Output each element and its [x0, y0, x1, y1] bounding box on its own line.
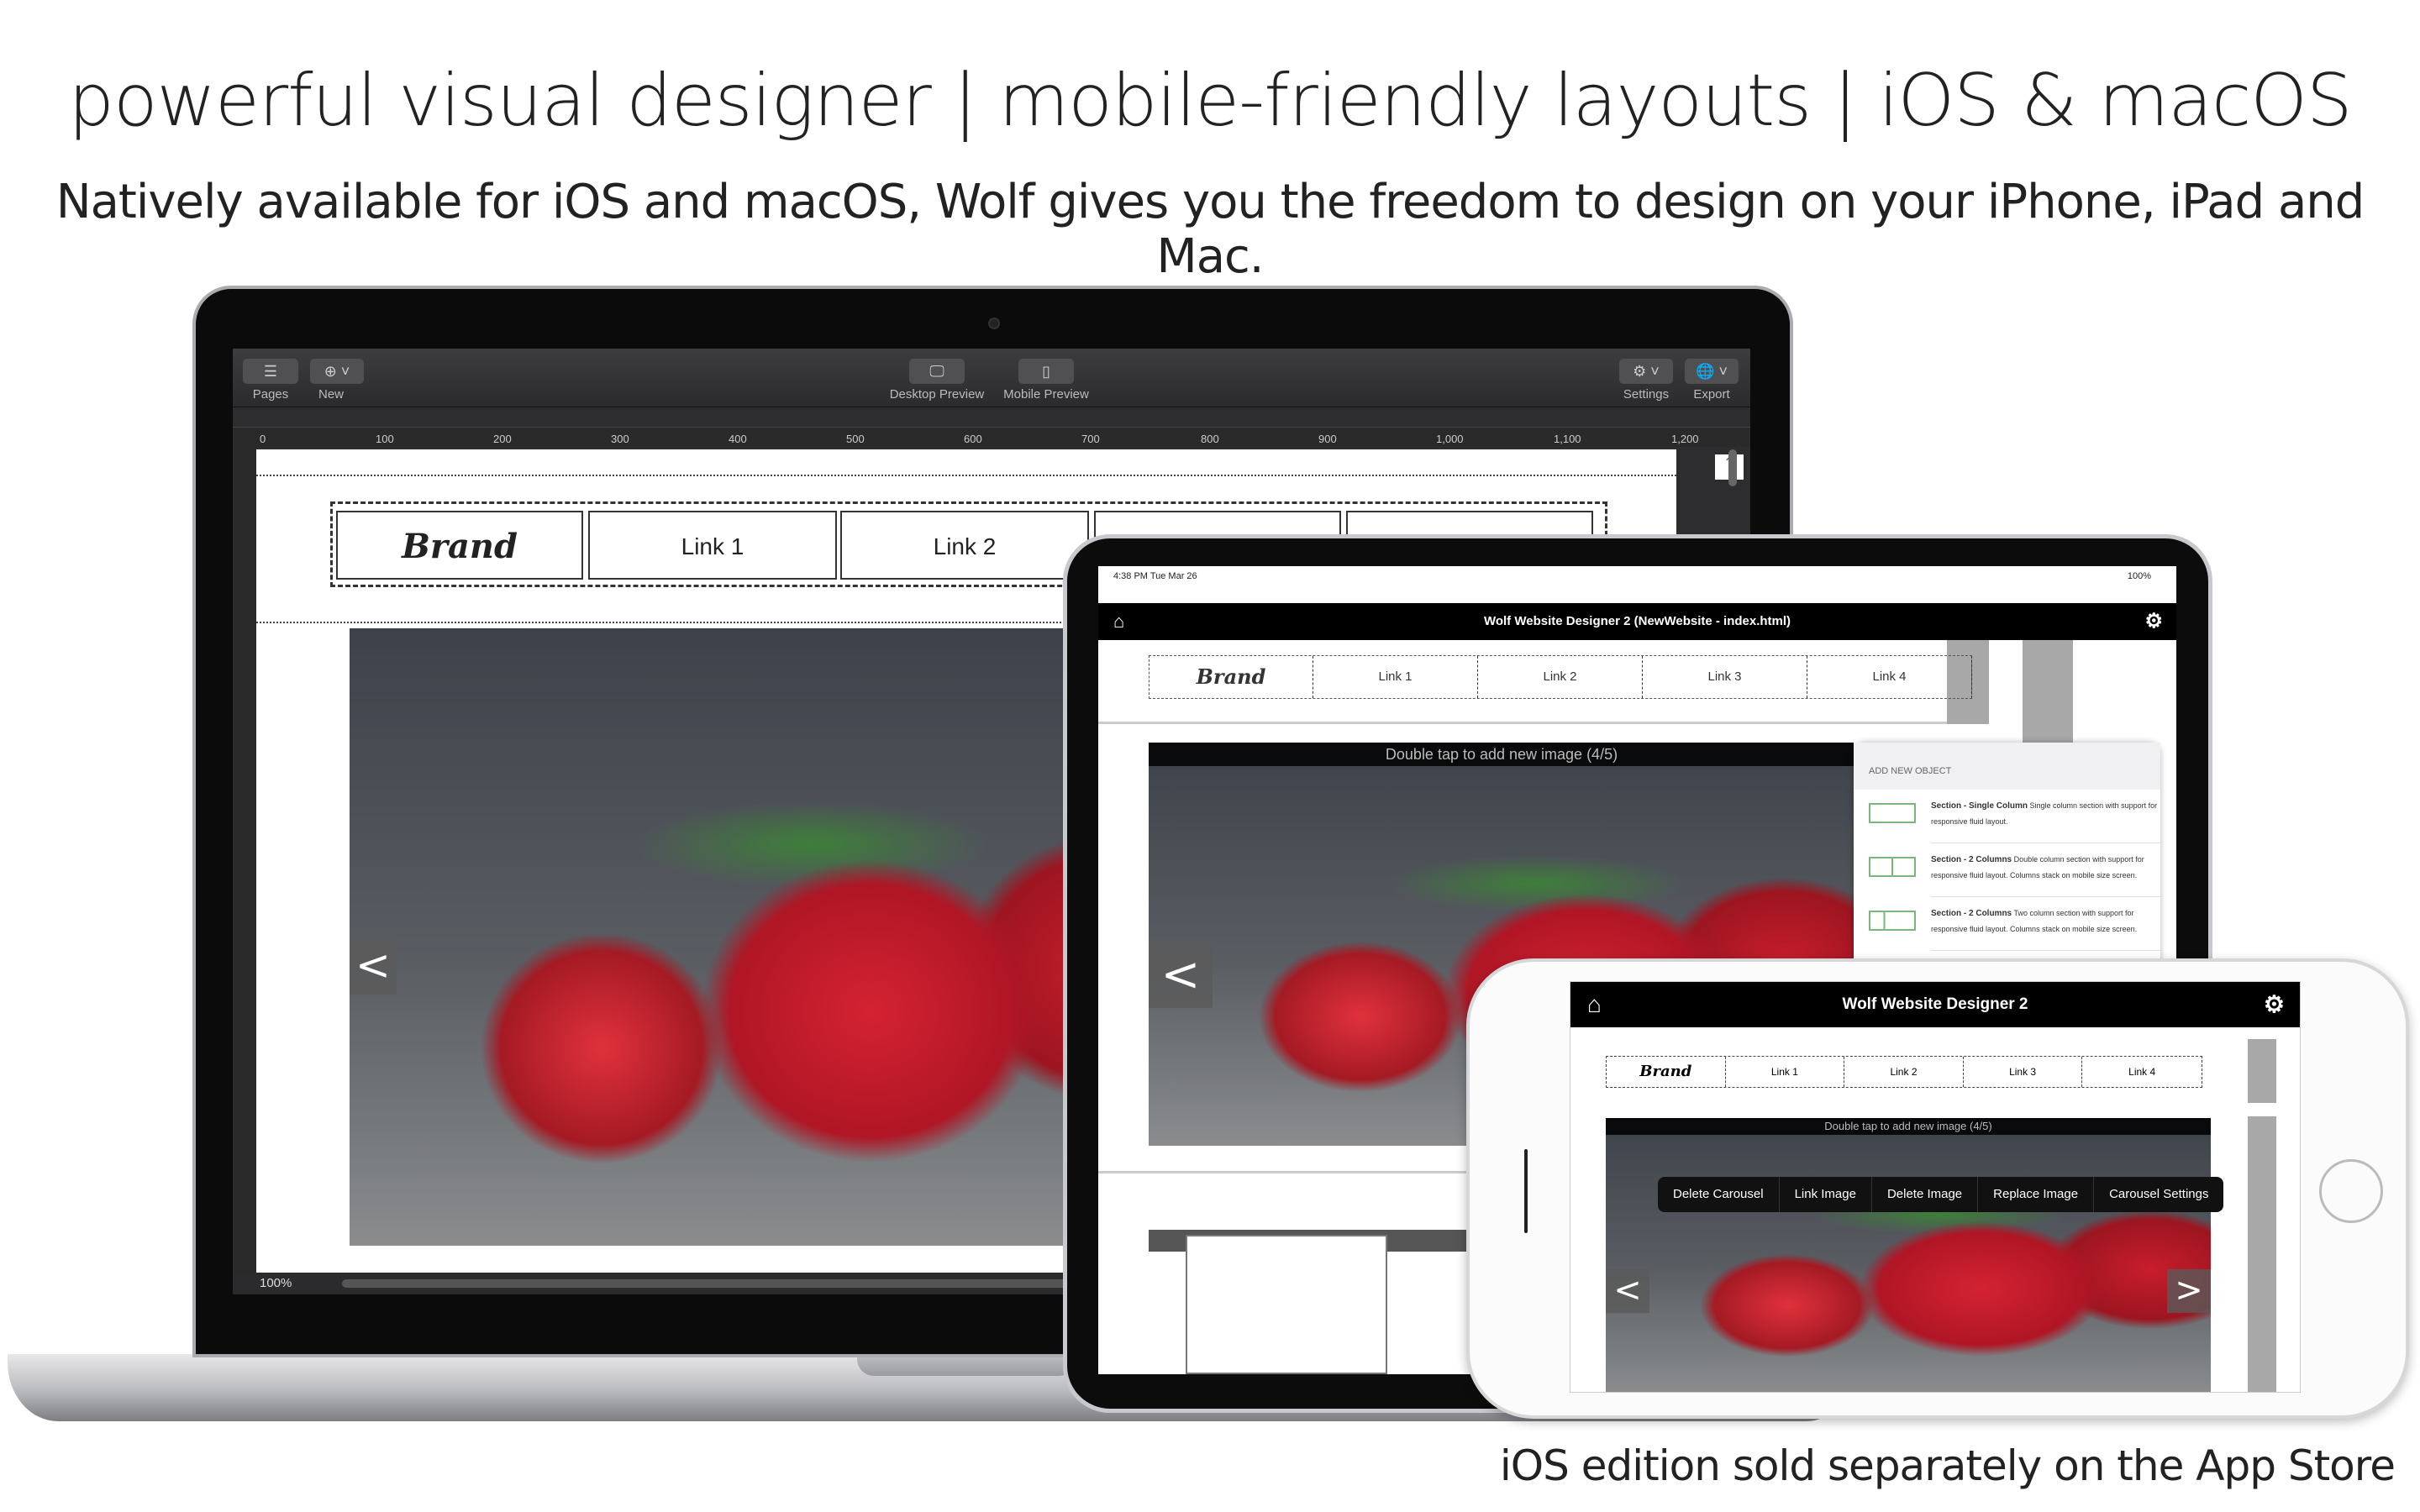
section-handle[interactable]	[2248, 1116, 2276, 1392]
camera-icon	[988, 318, 1000, 329]
carousel-caption: Double tap to add new image (4/5)	[1149, 743, 1854, 766]
carousel-caption: Double tap to add new image (4/5)	[1606, 1118, 2211, 1135]
ruler-tick: 300	[611, 433, 629, 445]
nav-link-3[interactable]: Link 3	[1643, 656, 1807, 698]
settings-button[interactable]: ⚙ ˅	[1619, 359, 1673, 384]
two-column-icon	[1869, 857, 1916, 877]
app-title: Wolf Website Designer 2 (NewWebsite - in…	[1483, 614, 1791, 628]
ruler-tick: 700	[1081, 433, 1100, 445]
pages-label: Pages	[252, 387, 289, 402]
single-column-icon	[1869, 803, 1916, 823]
mobile-preview-label: Mobile Preview	[1003, 387, 1089, 402]
speaker	[1524, 1149, 1528, 1233]
nav-brand[interactable]: Brand	[1150, 656, 1313, 698]
vertical-scrollbar[interactable]	[1728, 449, 1737, 486]
carousel-image[interactable]: Double tap to add new image (4/5) < >	[1606, 1118, 2211, 1392]
item-title: Section - Single Column	[1931, 801, 2028, 811]
gear-icon: ⚙ ˅	[1633, 363, 1660, 380]
delete-carousel-menu-item[interactable]: Delete Carousel	[1658, 1177, 1780, 1212]
subtitle: Natively available for iOS and macOS, Wo…	[55, 175, 2365, 284]
item-title: Section - 2 Columns	[1931, 909, 2012, 918]
monitor-icon: 🖵	[929, 363, 944, 380]
battery-level: 100%	[2127, 571, 2151, 581]
replace-image-menu-item[interactable]: Replace Image	[1978, 1177, 2095, 1212]
ruler-tick: 1,100	[1554, 433, 1581, 445]
pages-button[interactable]: ☰	[243, 359, 298, 384]
delete-image-menu-item[interactable]: Delete Image	[1872, 1177, 1979, 1212]
item-title: Section - 2 Columns	[1931, 855, 2012, 864]
ruler-tick: 200	[493, 433, 512, 445]
globe-icon: 🌐 ˅	[1696, 363, 1728, 380]
app-title-bar: ⌂ Wolf Website Designer 2 ⚙	[1570, 982, 2300, 1027]
carousel-prev-button[interactable]: <	[350, 937, 397, 995]
desktop-preview-button[interactable]: 🖵	[909, 359, 965, 384]
ruler-tick: 800	[1201, 433, 1219, 445]
horizontal-ruler: 0 100 200 300 400 500 600 700 800 900 1,…	[233, 427, 1750, 447]
gear-icon[interactable]: ⚙	[2264, 982, 2285, 1027]
ruler-tick: 900	[1318, 433, 1337, 445]
nav-link-2[interactable]: Link 2	[840, 511, 1089, 580]
link-image-menu-item[interactable]: Link Image	[1780, 1177, 1872, 1212]
ruler-tick: 1,000	[1436, 433, 1464, 445]
section-guide	[256, 475, 1676, 476]
status-bar: 4:38 PM Tue Mar 26 100%	[1098, 566, 2176, 603]
desktop-preview-label: Desktop Preview	[889, 387, 985, 402]
settings-label: Settings	[1623, 387, 1670, 402]
ruler-tick: 0	[260, 433, 266, 445]
vertical-ruler	[233, 447, 256, 1294]
carousel-next-button[interactable]: >	[2167, 1269, 2211, 1313]
two-column-icon	[1869, 911, 1916, 931]
context-menu: Delete Carousel Link Image Delete Image …	[1658, 1177, 2224, 1212]
list-icon: ☰	[263, 363, 278, 380]
ruler-tick: 600	[964, 433, 982, 445]
new-button[interactable]: ⊕ ˅	[310, 359, 364, 384]
ruler-tick: 100	[376, 433, 394, 445]
export-button[interactable]: 🌐 ˅	[1685, 359, 1739, 384]
carousel-prev-button[interactable]: <	[1606, 1269, 1649, 1313]
nav-link-1[interactable]: Link 1	[1313, 656, 1478, 698]
toolbar: ☰ Pages ⊕ ˅ New 🖵 Desktop Preview ▯ Mobi…	[233, 349, 1750, 407]
status-time: 4:38 PM Tue Mar 26	[1113, 571, 1197, 581]
home-button[interactable]	[2319, 1159, 2383, 1223]
nav-link-2[interactable]: Link 2	[1844, 1057, 1964, 1087]
ruler-tick: 400	[729, 433, 747, 445]
home-icon[interactable]: ⌂	[1587, 982, 1602, 1027]
carousel-prev-button[interactable]: <	[1149, 944, 1213, 1008]
zoom-level[interactable]: 100%	[260, 1276, 292, 1290]
ruler-tick: 500	[846, 433, 865, 445]
ruler-tick: 1,200	[1671, 433, 1699, 445]
section-handle[interactable]	[2023, 640, 2073, 749]
image-placeholder-icon[interactable]	[1186, 1235, 1387, 1374]
mobile-preview-button[interactable]: ▯	[1018, 359, 1074, 384]
navbar-element[interactable]: Brand Link 1 Link 2 Link 3 Link 4	[1149, 655, 1972, 699]
nav-link-1[interactable]: Link 1	[1726, 1057, 1845, 1087]
plus-circle-icon: ⊕ ˅	[324, 363, 350, 380]
app-title: Wolf Website Designer 2	[1842, 995, 2028, 1013]
phone-icon: ▯	[1042, 363, 1050, 380]
nav-link-4[interactable]: Link 4	[1807, 656, 1972, 698]
add-object-item[interactable]: Section - Single Column Single column se…	[1869, 790, 2160, 843]
iphone-app-screen: ⌂ Wolf Website Designer 2 ⚙ Brand Link 1…	[1570, 981, 2301, 1393]
nav-link-4[interactable]: Link 4	[2082, 1057, 2202, 1087]
nav-link-3[interactable]: Link 3	[1964, 1057, 2083, 1087]
navbar-element[interactable]: Brand Link 1 Link 2 Link 3 Link 4	[1606, 1056, 2202, 1088]
footer-note: iOS edition sold separately on the App S…	[1499, 1441, 2396, 1490]
carousel-settings-menu-item[interactable]: Carousel Settings	[2094, 1177, 2223, 1212]
section-handle[interactable]	[2248, 1039, 2276, 1103]
headline: powerful visual designer | mobile-friend…	[68, 59, 2352, 143]
nav-brand[interactable]: Brand	[1607, 1057, 1726, 1087]
nav-link-1[interactable]: Link 1	[588, 511, 837, 580]
new-label: New	[318, 387, 344, 402]
nav-brand[interactable]: Brand	[336, 511, 583, 580]
nav-link-2[interactable]: Link 2	[1478, 656, 1643, 698]
home-icon[interactable]: ⌂	[1113, 603, 1124, 640]
panel-header: ADD NEW OBJECT	[1854, 743, 2160, 790]
app-title-bar: ⌂ Wolf Website Designer 2 (NewWebsite - …	[1098, 603, 2176, 640]
export-label: Export	[1693, 387, 1730, 402]
gear-icon[interactable]: ⚙	[2144, 603, 2163, 640]
add-object-item[interactable]: Section - 2 Columns Two column section w…	[1869, 897, 2160, 951]
add-object-item[interactable]: Section - 2 Columns Double column sectio…	[1869, 843, 2160, 897]
